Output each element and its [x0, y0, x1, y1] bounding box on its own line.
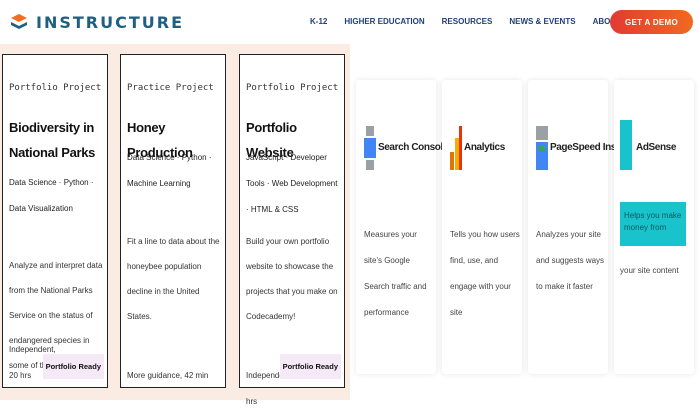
project-description: Build your own portfolio website to show…: [246, 237, 338, 321]
project-kind: Practice Project: [127, 83, 214, 93]
tool-name: Search Console: [378, 142, 448, 153]
portfolio-ready-badge: Portfolio Ready: [279, 354, 341, 379]
portfolio-ready-badge: Portfolio Ready: [42, 354, 104, 379]
instructure-logo-icon: [11, 14, 27, 29]
main-nav: K-12 HIGHER EDUCATION RESOURCES NEWS & E…: [310, 17, 651, 26]
search-console-icon: [364, 126, 376, 170]
tool-description-highlight: Helps you make money from: [624, 211, 682, 232]
tool-description: your site content: [620, 266, 679, 275]
tools-panel: Search Console Measures your site's Goog…: [350, 44, 700, 400]
project-card-biodiversity[interactable]: Portfolio Project Biodiversity in Nation…: [2, 54, 108, 388]
tool-card-pagespeed-insights[interactable]: PageSpeed Insights Analyzes your site an…: [528, 80, 638, 374]
nav-k12[interactable]: K-12: [310, 17, 327, 26]
project-card-portfolio-website[interactable]: Portfolio Project Portfolio Website Java…: [239, 54, 345, 406]
nav-resources[interactable]: RESOURCES: [442, 17, 493, 26]
project-title: Biodiversity in National Parks: [9, 120, 96, 160]
tool-description: Analyzes your site and suggests ways to …: [536, 230, 605, 291]
analytics-icon: [450, 126, 462, 170]
instructure-logo[interactable]: INSTRUCTURE: [10, 12, 184, 32]
get-a-demo-button[interactable]: GET A DEMO: [610, 10, 693, 34]
project-duration: More guidance, 42 min: [127, 371, 209, 380]
nav-higher-education[interactable]: HIGHER EDUCATION: [344, 17, 424, 26]
tool-description: Measures your site's Google Search traff…: [364, 230, 427, 317]
nav-news-events[interactable]: NEWS & EVENTS: [509, 17, 575, 26]
top-navigation-bar: INSTRUCTURE K-12 HIGHER EDUCATION RESOUR…: [0, 0, 700, 44]
projects-panel: Portfolio Project Biodiversity in Nation…: [0, 44, 350, 406]
tool-name: Analytics: [464, 142, 505, 153]
tool-name: AdSense: [636, 142, 676, 153]
highlight-box: Helps you make money from: [620, 202, 686, 246]
logo-text: INSTRUCTURE: [36, 12, 184, 32]
tool-description: Tells you how users find, use, and engag…: [450, 230, 520, 317]
project-tags: Data Science · Python · Data Visualizati…: [9, 178, 94, 213]
project-kind: Portfolio Project: [9, 83, 102, 93]
adsense-icon: [620, 120, 632, 170]
project-tags: Data Science · Python · Machine Learning: [127, 153, 212, 188]
pagespeed-icon: [536, 126, 548, 170]
project-tags: JavaScript · Developer Tools · Web Devel…: [246, 153, 338, 214]
tool-card-search-console[interactable]: Search Console Measures your site's Goog…: [356, 80, 448, 374]
project-kind: Portfolio Project: [246, 83, 339, 93]
tool-card-adsense[interactable]: AdSense Helps you make money from your s…: [614, 80, 694, 374]
tool-card-analytics[interactable]: Analytics Tells you how users find, use,…: [442, 80, 522, 374]
project-card-honey-production[interactable]: Practice Project Honey Production Data S…: [120, 54, 226, 388]
project-description: Fit a line to data about the honeybee po…: [127, 237, 220, 321]
